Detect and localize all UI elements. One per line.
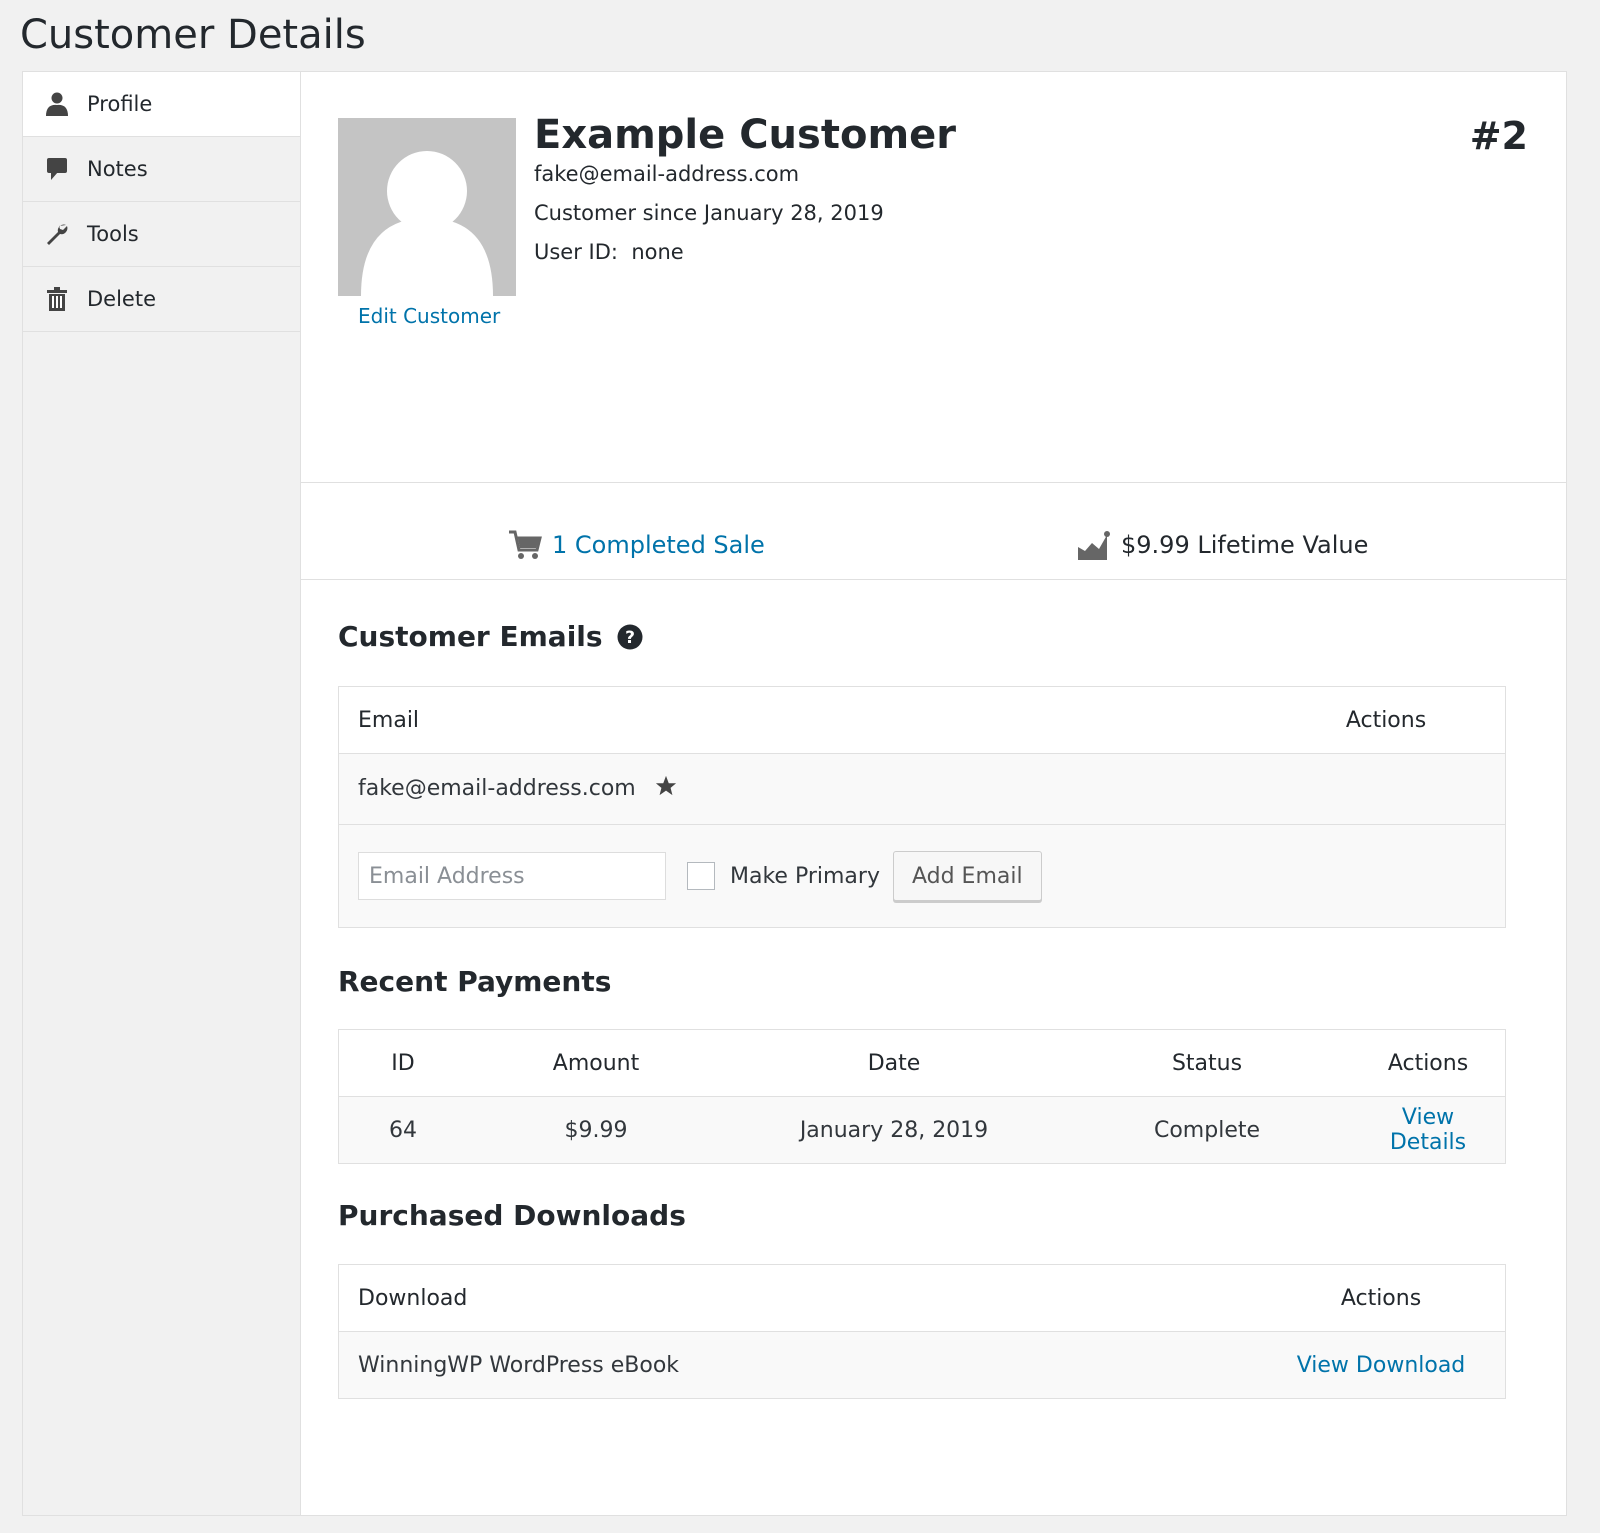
- recent-payments-title: Recent Payments: [338, 965, 611, 998]
- add-email-cell: Make Primary Add Email: [338, 824, 1506, 928]
- column-header-id: ID: [338, 1029, 467, 1097]
- download-name-cell: WinningWP WordPress eBook: [338, 1331, 1257, 1399]
- table-row: WinningWP WordPress eBook View Download: [338, 1331, 1506, 1399]
- email-cell: fake@email-address.com: [338, 753, 1506, 825]
- sidebar-item-tools[interactable]: Tools: [23, 202, 300, 267]
- trash-icon: [45, 287, 69, 311]
- customer-stats: 1 Completed Sale $9.99 Lifetime Value: [301, 483, 1566, 580]
- customer-since: Customer since January 28, 2019: [534, 201, 884, 225]
- user-icon: [45, 92, 69, 116]
- customer-emails-table: Email Actions fake@email-address.com Ema…: [338, 686, 1506, 928]
- sidebar-item-notes[interactable]: Notes: [23, 137, 300, 202]
- make-primary-checkbox[interactable]: [687, 862, 715, 890]
- customer-profile: Edit Customer Example Customer fake@emai…: [301, 72, 1566, 483]
- lifetime-value-stat: $9.99 Lifetime Value: [1077, 529, 1368, 561]
- table-header-row: Email Actions: [338, 686, 1506, 754]
- column-header-actions: Actions: [1257, 1264, 1506, 1332]
- customer-name: Example Customer: [534, 112, 956, 158]
- section-title-text: Customer Emails: [338, 620, 603, 653]
- sidebar-item-label: Profile: [87, 92, 153, 116]
- main-content: Edit Customer Example Customer fake@emai…: [301, 72, 1566, 1515]
- avatar: [338, 118, 516, 296]
- payment-amount-cell: $9.99: [467, 1096, 725, 1164]
- view-download-link[interactable]: View Download: [1297, 1353, 1466, 1378]
- column-header-date: Date: [725, 1029, 1063, 1097]
- wrench-icon: [45, 222, 69, 246]
- svg-text:?: ?: [625, 628, 635, 648]
- column-header-actions: Actions: [1267, 686, 1506, 754]
- sidebar-item-label: Delete: [87, 287, 156, 311]
- payment-status-cell: Complete: [1063, 1096, 1351, 1164]
- sidebar-item-label: Notes: [87, 157, 148, 181]
- sidebar-item-profile[interactable]: Profile: [23, 72, 300, 137]
- table-header-row: Download Actions: [338, 1264, 1506, 1332]
- customer-panel: Profile Notes Tools Delete Edit Customer…: [22, 71, 1567, 1516]
- column-header-email: Email: [338, 686, 1267, 754]
- view-details-link[interactable]: View Details: [1390, 1105, 1466, 1155]
- payment-date-cell: January 28, 2019: [725, 1096, 1063, 1164]
- column-header-actions: Actions: [1351, 1029, 1506, 1097]
- table-header-row: ID Amount Date Status Actions: [338, 1029, 1506, 1097]
- customer-emails-title: Customer Emails ?: [338, 620, 643, 653]
- table-row: fake@email-address.com: [338, 753, 1506, 825]
- column-header-download: Download: [338, 1264, 1257, 1332]
- customer-email: fake@email-address.com: [534, 162, 800, 186]
- completed-sales-link[interactable]: 1 Completed Sale: [552, 531, 765, 559]
- add-email-row: Make Primary Add Email: [338, 824, 1506, 928]
- page-title: Customer Details: [20, 12, 366, 58]
- add-email-button[interactable]: Add Email: [892, 851, 1042, 901]
- edit-customer-link[interactable]: Edit Customer: [358, 304, 500, 328]
- column-header-amount: Amount: [467, 1029, 725, 1097]
- purchased-downloads-title: Purchased Downloads: [338, 1199, 686, 1232]
- help-icon[interactable]: ?: [617, 624, 643, 650]
- email-value: fake@email-address.com: [358, 776, 636, 801]
- column-header-status: Status: [1063, 1029, 1351, 1097]
- section-title-text: Recent Payments: [338, 965, 612, 998]
- section-title-text: Purchased Downloads: [338, 1199, 686, 1232]
- sidebar-item-label: Tools: [87, 222, 139, 246]
- sidebar-item-delete[interactable]: Delete: [23, 267, 300, 332]
- completed-sales-stat: 1 Completed Sale: [508, 529, 765, 561]
- download-actions-cell: View Download: [1257, 1331, 1506, 1399]
- recent-payments-table: ID Amount Date Status Actions 64 $9.99 J…: [338, 1029, 1506, 1164]
- sidebar: Profile Notes Tools Delete: [23, 72, 301, 1515]
- cart-icon: [508, 529, 542, 561]
- lifetime-value-text: $9.99 Lifetime Value: [1121, 531, 1369, 559]
- make-primary-label: Make Primary: [730, 863, 880, 889]
- payment-actions-cell: View Details: [1351, 1096, 1506, 1164]
- payment-id-cell: 64: [338, 1096, 467, 1164]
- chart-area-icon: [1077, 529, 1111, 561]
- customer-id: #2: [1469, 114, 1528, 158]
- table-row: 64 $9.99 January 28, 2019 Complete View …: [338, 1096, 1506, 1164]
- primary-star-icon: [655, 775, 677, 803]
- purchased-downloads-table: Download Actions WinningWP WordPress eBo…: [338, 1264, 1506, 1399]
- comment-icon: [45, 157, 69, 181]
- email-address-input[interactable]: [358, 852, 666, 900]
- customer-user-id: User ID: none: [534, 240, 684, 264]
